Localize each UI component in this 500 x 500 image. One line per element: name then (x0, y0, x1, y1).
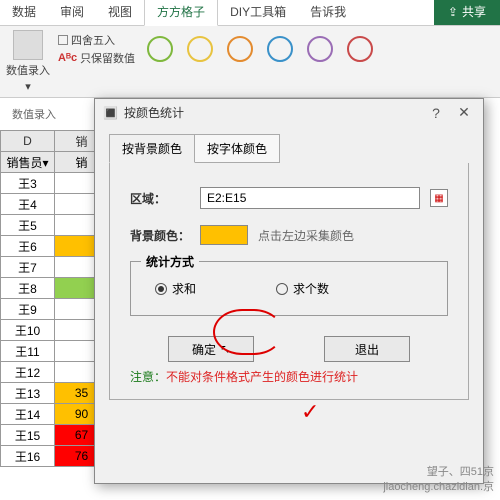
ribbon-tabs: 数据 审阅 视图 方方格子 DIY工具箱 告诉我 ⇪共享 (0, 0, 500, 26)
range-label: 区域： (130, 190, 190, 207)
radio-count[interactable]: 求个数 (276, 280, 329, 297)
bgcolor-swatch[interactable] (200, 225, 248, 245)
ok-button[interactable]: 确定↖ (168, 336, 254, 362)
ribbon-body: 数值录入 ▾ 四舍五入 Aᴮc只保留数值 (0, 26, 500, 98)
tab-data[interactable]: 数据 (0, 0, 48, 25)
share-button[interactable]: ⇪共享 (434, 0, 500, 25)
abc-icon: Aᴮc (58, 52, 77, 64)
checkbox-icon (58, 35, 68, 45)
dialog-panel: 区域： E2:E15 ▦ 背景颜色： 点击左边采集颜色 统计方式 求和 求个数 … (109, 163, 469, 400)
cursor-icon: ↖ (220, 342, 230, 356)
method-fieldset: 统计方式 求和 求个数 (130, 261, 448, 316)
spreadsheet[interactable]: D销销售员▾销王3王4王5王6王7王8王9王10王11王12王1335王1490… (0, 130, 109, 467)
bgcolor-hint: 点击左边采集颜色 (258, 227, 354, 244)
tab-fontcolor[interactable]: 按字体颜色 (194, 134, 280, 163)
tab-review[interactable]: 审阅 (48, 0, 96, 25)
number-input-icon (13, 30, 43, 60)
color-red-icon[interactable] (347, 36, 373, 62)
header-cell[interactable]: 销售员▾ (1, 152, 55, 173)
table-row[interactable]: 王10 (1, 320, 109, 341)
dialog-title: 按颜色统计 (124, 104, 184, 121)
table-row[interactable]: 王6 (1, 236, 109, 257)
round-option[interactable]: 四舍五入 (58, 32, 115, 48)
tab-bgcolor[interactable]: 按背景颜色 (109, 134, 195, 163)
dialog-icon: 🔳 (103, 106, 118, 120)
number-input-group[interactable]: 数值录入 ▾ (2, 30, 54, 93)
color-stats-dialog: 🔳 按颜色统计 ? ✕ 按背景颜色 按字体颜色 区域： E2:E15 ▦ 背景颜… (94, 98, 484, 484)
tab-diy[interactable]: DIY工具箱 (218, 0, 298, 25)
options-group: 四舍五入 Aᴮc只保留数值 (54, 30, 139, 93)
table-row[interactable]: 王3 (1, 173, 109, 194)
radio-icon (155, 283, 167, 295)
dialog-note: 注意：不能对条件格式产生的颜色进行统计 (130, 368, 448, 385)
tab-tellme[interactable]: 告诉我 (298, 0, 358, 25)
table-row[interactable]: 王11 (1, 341, 109, 362)
dialog-tabs: 按背景颜色 按字体颜色 (109, 134, 469, 163)
table-row[interactable]: 王1490 (1, 404, 109, 425)
dialog-titlebar: 🔳 按颜色统计 ? ✕ (95, 99, 483, 126)
table-row[interactable]: 王12 (1, 362, 109, 383)
share-icon: ⇪ (448, 5, 458, 19)
method-legend: 统计方式 (141, 253, 199, 270)
table-row[interactable]: 王1335 (1, 383, 109, 404)
group-label: 数值录入 (12, 106, 56, 122)
color-green-icon[interactable] (147, 36, 173, 62)
table-row[interactable]: 王1676 (1, 446, 109, 467)
radio-icon (276, 283, 288, 295)
table-row[interactable]: 王4 (1, 194, 109, 215)
tab-fangfang[interactable]: 方方格子 (144, 0, 218, 26)
table-row[interactable]: 王1567 (1, 425, 109, 446)
close-button[interactable]: ✕ (453, 104, 475, 121)
bgcolor-label: 背景颜色： (130, 227, 190, 244)
table-row[interactable]: 王9 (1, 299, 109, 320)
range-picker-button[interactable]: ▦ (430, 189, 448, 207)
table-row[interactable]: 王5 (1, 215, 109, 236)
color-yellow-icon[interactable] (187, 36, 213, 62)
radio-sum[interactable]: 求和 (155, 280, 196, 297)
col-header[interactable]: D (1, 131, 55, 152)
color-purple-icon[interactable] (307, 36, 333, 62)
help-button[interactable]: ? (425, 105, 447, 121)
cancel-button[interactable]: 退出 (324, 336, 410, 362)
color-orange-icon[interactable] (227, 36, 253, 62)
color-blue-icon[interactable] (267, 36, 293, 62)
table-row[interactable]: 王7 (1, 257, 109, 278)
annotation-check: ✓ (301, 399, 319, 425)
color-tools (139, 30, 381, 93)
keepnum-option[interactable]: Aᴮc只保留数值 (58, 50, 135, 66)
watermark: 望子、四51京jiaocheng.chazidian.京 (383, 465, 494, 494)
table-row[interactable]: 王8 (1, 278, 109, 299)
tab-view[interactable]: 视图 (96, 0, 144, 25)
range-input[interactable]: E2:E15 (200, 187, 420, 209)
